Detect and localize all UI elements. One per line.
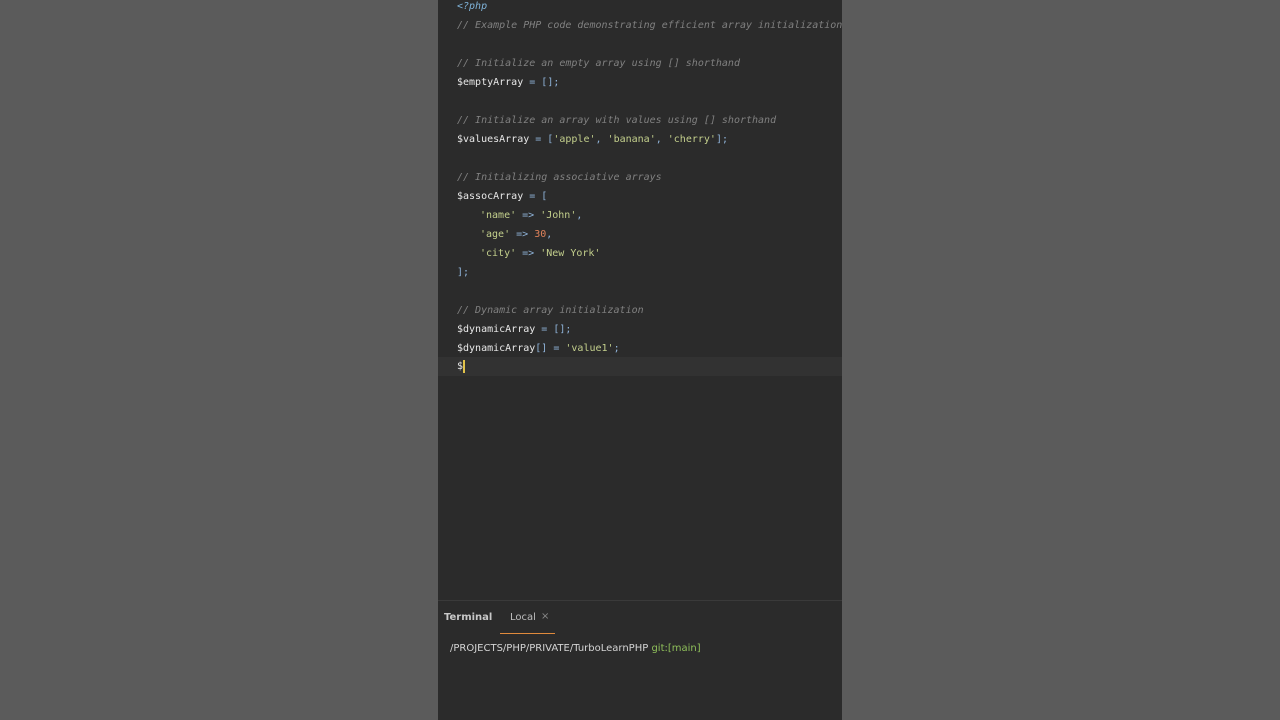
code-line: // Initializing associative arrays xyxy=(438,168,842,187)
code-line: // Initialize an array with values using… xyxy=(438,111,842,130)
code-variable: $assocArray xyxy=(457,191,524,202)
code-operator: , xyxy=(595,134,608,145)
code-operator: ]; xyxy=(457,267,470,278)
code-line: $emptyArray = []; xyxy=(438,73,842,92)
git-branch: git:[main] xyxy=(651,643,701,654)
code-operator: = [ xyxy=(523,191,548,202)
code-operator: => xyxy=(510,229,535,240)
code-comment: // Initialize an empty array using [] sh… xyxy=(457,58,740,69)
code-operator: , xyxy=(655,134,668,145)
code-operator: , xyxy=(576,210,583,221)
code-line: <?php xyxy=(438,0,842,16)
code-operator: ]; xyxy=(715,134,728,145)
code-line: 'age' => 30, xyxy=(438,225,842,244)
code-string: 'New York' xyxy=(540,248,601,259)
code-line: $dynamicArray = []; xyxy=(438,320,842,339)
terminal-header: Terminal Local × xyxy=(438,600,842,635)
code-variable: $emptyArray xyxy=(457,77,524,88)
code-variable: $valuesArray xyxy=(457,134,530,145)
code-variable: $dynamicArray xyxy=(457,324,536,335)
tab-local[interactable]: Local × xyxy=(500,601,555,635)
code-operator: ; xyxy=(613,343,620,354)
code-string: 'age' xyxy=(480,229,511,240)
code-comment: // Initializing associative arrays xyxy=(457,172,662,183)
php-open-tag: <?php xyxy=(457,1,488,12)
terminal-body[interactable]: /PROJECTS/PHP/PRIVATE/TurboLearnPHP git:… xyxy=(438,634,842,720)
code-comment: // Initialize an array with values using… xyxy=(457,115,777,126)
code-operator: => xyxy=(516,248,541,259)
code-operator: [] = xyxy=(535,343,566,354)
current-code-line[interactable]: $ xyxy=(438,357,842,376)
code-line: $valuesArray = ['apple', 'banana', 'cher… xyxy=(438,130,842,149)
terminal-path: /PROJECTS/PHP/PRIVATE/TurboLearnPHP xyxy=(450,643,652,654)
code-line: 'name' => 'John', xyxy=(438,206,842,225)
code-line: // Initialize an empty array using [] sh… xyxy=(438,54,842,73)
code-string: 'cherry' xyxy=(667,134,716,145)
code-line: $dynamicArray[] = 'value1'; xyxy=(438,339,842,358)
code-line: // Dynamic array initialization xyxy=(438,301,842,320)
code-string: 'apple' xyxy=(553,134,596,145)
code-number: 30 xyxy=(534,229,547,240)
code-operator: = [ xyxy=(529,134,554,145)
code-string: 'banana' xyxy=(607,134,656,145)
terminal-prompt: /PROJECTS/PHP/PRIVATE/TurboLearnPHP git:… xyxy=(450,643,701,654)
terminal-title: Terminal xyxy=(444,612,493,623)
code-string: 'John' xyxy=(540,210,577,221)
close-icon[interactable]: × xyxy=(541,611,549,622)
code-comment: // Dynamic array initialization xyxy=(457,305,644,316)
ide-panel: <?php // Example PHP code demonstrating … xyxy=(438,0,842,720)
code-editor[interactable]: <?php // Example PHP code demonstrating … xyxy=(438,0,842,600)
code-operator: = []; xyxy=(523,77,560,88)
code-string: 'value1' xyxy=(565,343,614,354)
code-operator: = []; xyxy=(535,324,572,335)
code-line: ]; xyxy=(438,263,842,282)
code-comment: // Example PHP code demonstrating effici… xyxy=(457,20,843,31)
code-line: // Example PHP code demonstrating effici… xyxy=(438,16,842,35)
text-caret xyxy=(463,359,466,373)
code-string: 'city' xyxy=(480,248,517,259)
code-line: 'city' => 'New York' xyxy=(438,244,842,263)
code-string: 'name' xyxy=(480,210,517,221)
tab-local-label: Local xyxy=(510,612,536,623)
code-operator: => xyxy=(516,210,541,221)
code-variable: $dynamicArray xyxy=(457,343,536,354)
code-operator: , xyxy=(546,229,553,240)
code-line: $assocArray = [ xyxy=(438,187,842,206)
